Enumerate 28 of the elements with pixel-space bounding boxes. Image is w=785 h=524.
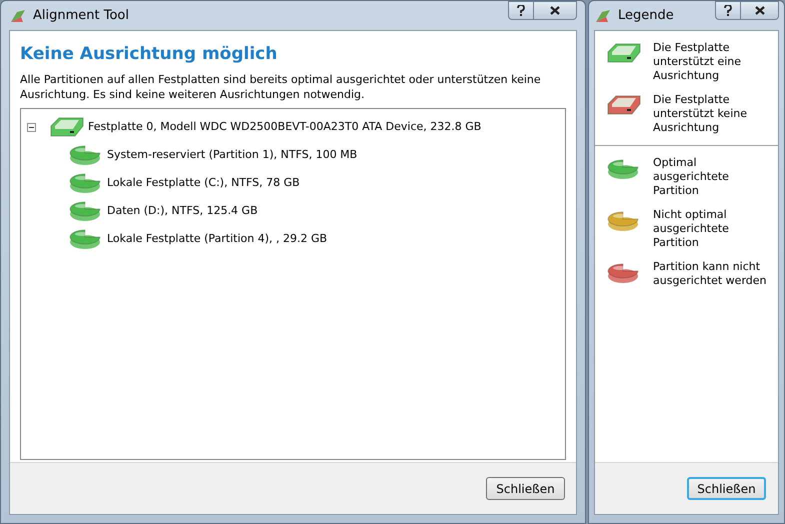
legend-text: Nicht optimal ausgerichtete Partition (653, 208, 730, 250)
tree-item[interactable]: Festplatte 0, Modell WDC WD2500BEVT-00A23T0 ATA Device, 232.8 GB (88, 118, 482, 136)
tree-item[interactable]: Lokale Festplatte (Partition 4), , 29.2 GB (107, 230, 328, 248)
window-title: Legende (618, 6, 674, 25)
legend-text: Die Festplatte unterstützt eine Ausrichtung (653, 41, 742, 83)
minus-icon (29, 124, 34, 130)
close-button[interactable] (741, 1, 779, 20)
close-icon (754, 6, 764, 15)
legend-text: Partition kann nicht ausgerichtet werden (653, 260, 768, 288)
heading: Keine Ausrichtung möglich (20, 43, 278, 65)
close-dialog-button[interactable]: Schließen (486, 477, 565, 500)
help-button[interactable] (508, 1, 534, 20)
app-icon (594, 8, 612, 24)
close-dialog-button[interactable]: Schließen (687, 477, 766, 500)
tree-item[interactable]: Daten (D:), NTFS, 125.4 GB (107, 202, 258, 220)
legend-text: Die Festplatte unterstützt keine Ausrichtung (653, 93, 748, 135)
tree-item[interactable]: System-reserviert (Partition 1), NTFS, 100 MB (107, 146, 358, 164)
close-button[interactable] (534, 1, 577, 20)
window-title: Alignment Tool (33, 6, 129, 25)
help-button[interactable] (715, 1, 741, 20)
help-icon (517, 5, 525, 16)
close-icon (550, 6, 560, 15)
description: Alle Partitionen auf allen Festplatten sind bereits optimal ausgerichtet oder unterstützen keine Ausrichtung. Es sind keine weiteren Ausrichtungen notwendig. (20, 72, 542, 102)
tree-item[interactable]: Lokale Festplatte (C:), NTFS, 78 GB (107, 174, 300, 192)
legend-text: Optimal ausgerichtete Partition (653, 156, 730, 198)
help-icon (724, 5, 732, 16)
app-icon (9, 8, 27, 24)
collapse-toggle[interactable] (27, 122, 36, 132)
